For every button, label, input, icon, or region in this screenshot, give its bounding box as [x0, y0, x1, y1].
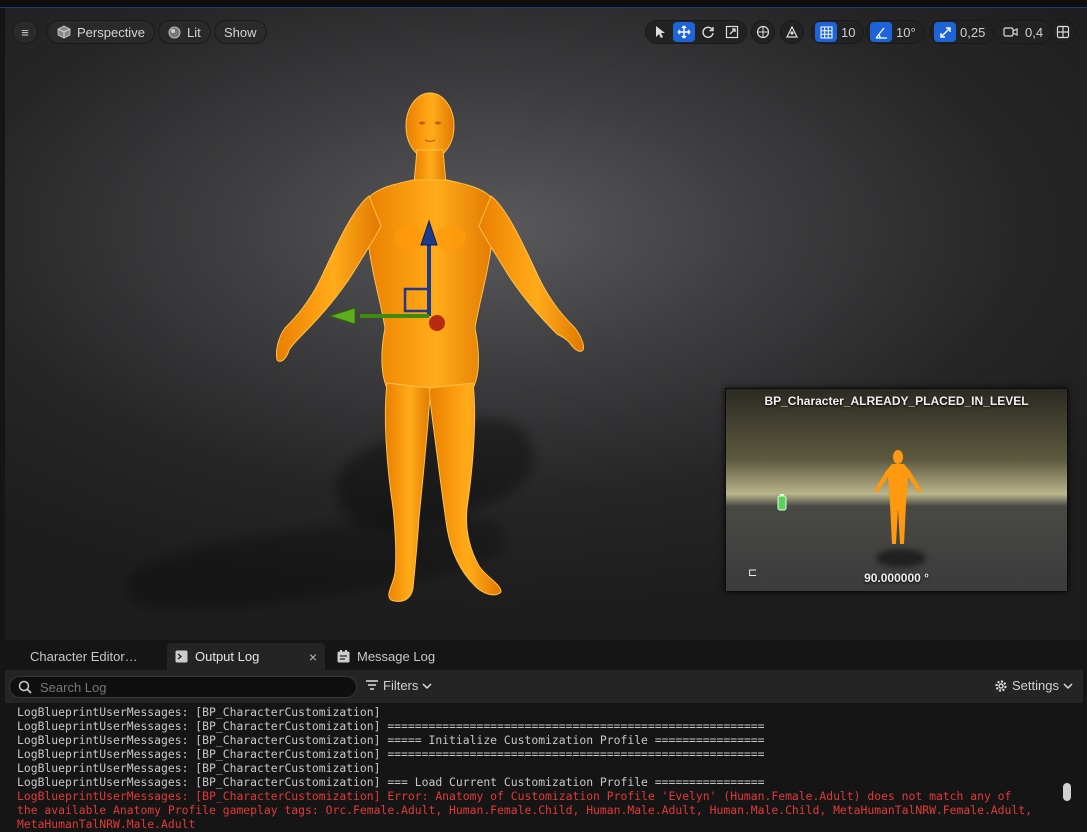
- pip-rotation-angle: 90.000000 °: [864, 571, 929, 585]
- pip-floor-shadow: [876, 549, 926, 567]
- bottom-tab-bar: Character Editor… Output Log × Message L…: [5, 640, 1083, 670]
- camera-preview-pip: BP_Character_ALREADY_PLACED_IN_LEVEL ⊏ 9…: [725, 388, 1068, 592]
- log-line-error: LogBlueprintUserMessages: [BP_CharacterC…: [17, 789, 1012, 803]
- log-line: LogBlueprintUserMessages: [BP_CharacterC…: [17, 761, 381, 775]
- message-icon: [337, 650, 350, 663]
- log-line-error: MetaHumanTalNRW.Male.Adult: [17, 817, 196, 831]
- log-line: LogBlueprintUserMessages: [BP_CharacterC…: [17, 775, 765, 789]
- rotation-snap-group: 10°: [866, 20, 925, 44]
- log-output-area[interactable]: LogBlueprintUserMessages: [BP_CharacterC…: [5, 703, 1083, 832]
- camera-icon: [999, 22, 1021, 42]
- filters-dropdown[interactable]: Filters: [365, 678, 432, 693]
- lighting-mode-label: Lit: [187, 24, 201, 40]
- grid-snap-value[interactable]: 10: [839, 25, 860, 40]
- coord-system-toggle[interactable]: [751, 20, 775, 44]
- show-label: Show: [224, 24, 257, 40]
- layout-grid-icon: [1056, 25, 1070, 39]
- hamburger-icon: ≡: [21, 24, 29, 40]
- log-line: LogBlueprintUserMessages: [BP_CharacterC…: [17, 733, 765, 747]
- show-flags-button[interactable]: Show: [214, 20, 267, 44]
- translate-tool-icon[interactable]: [673, 22, 695, 42]
- log-line-error: the available Anatomy Profile gameplay t…: [17, 803, 1032, 817]
- lit-sphere-icon: [168, 26, 181, 38]
- output-log-panel: Filters Settings LogBlueprintUserMessage…: [5, 670, 1083, 832]
- scale-snap-group: 0,25: [930, 20, 995, 44]
- viewport-layout-button[interactable]: [1051, 20, 1075, 44]
- search-box[interactable]: [9, 676, 357, 698]
- rotation-snap-icon[interactable]: [870, 22, 892, 42]
- close-icon[interactable]: ×: [309, 649, 317, 665]
- grid-snap-icon[interactable]: [815, 22, 837, 42]
- settings-dropdown[interactable]: Settings: [994, 678, 1073, 693]
- gear-icon: [995, 679, 1007, 692]
- filter-icon: [366, 679, 378, 690]
- pip-character-figure: [874, 450, 922, 544]
- battery-icon: [777, 494, 787, 511]
- terminal-icon: [175, 650, 188, 663]
- tab-character-editor-label: Character Editor…: [30, 649, 138, 664]
- world-coordinates-icon: [756, 25, 770, 39]
- tab-character-editor[interactable]: Character Editor…: [22, 643, 162, 670]
- rotation-snap-value[interactable]: 10°: [894, 25, 921, 40]
- log-line: LogBlueprintUserMessages: [BP_CharacterC…: [17, 705, 381, 719]
- surface-snap-icon: [786, 25, 798, 38]
- window-top-border: [0, 0, 1087, 8]
- lighting-mode-button[interactable]: Lit: [158, 20, 211, 44]
- chevron-down-icon: [1063, 682, 1073, 689]
- transform-tools: [645, 20, 747, 44]
- surface-snapping-toggle[interactable]: [780, 20, 804, 44]
- tab-message-log-label: Message Log: [357, 649, 436, 664]
- scale-tool-icon[interactable]: [721, 22, 743, 42]
- pip-title: BP_Character_ALREADY_PLACED_IN_LEVEL: [764, 394, 1029, 408]
- character-mesh[interactable]: [265, 88, 595, 618]
- viewport-menu-button[interactable]: ≡: [12, 20, 38, 44]
- tab-output-log[interactable]: Output Log ×: [167, 643, 325, 670]
- chevron-down-icon: [422, 682, 432, 689]
- log-scrollbar-thumb[interactable]: [1063, 783, 1071, 801]
- log-line: LogBlueprintUserMessages: [BP_CharacterC…: [17, 719, 765, 733]
- view-mode-button[interactable]: Perspective: [47, 20, 155, 44]
- tab-output-log-label: Output Log: [195, 649, 260, 664]
- search-log-input[interactable]: [40, 679, 340, 695]
- view-mode-label: Perspective: [77, 24, 145, 40]
- translate-gizmo[interactable]: [325, 213, 455, 338]
- scale-snap-icon[interactable]: [934, 22, 956, 42]
- filters-label: Filters: [383, 678, 419, 693]
- settings-label: Settings: [1012, 678, 1059, 693]
- level-viewport[interactable]: ≡ Perspective Lit Show 10 10° 0,25 0,4 B…: [5, 8, 1087, 640]
- log-line: LogBlueprintUserMessages: [BP_CharacterC…: [17, 747, 765, 761]
- rotate-tool-icon[interactable]: [697, 22, 719, 42]
- scale-snap-value[interactable]: 0,25: [958, 25, 990, 40]
- cube-icon: [57, 25, 71, 39]
- search-icon: [18, 680, 32, 694]
- camera-speed-value: 0,4: [1025, 24, 1044, 40]
- camera-speed-group[interactable]: 0,4: [995, 20, 1053, 44]
- tab-message-log[interactable]: Message Log: [329, 643, 459, 670]
- select-tool-icon[interactable]: [649, 22, 671, 42]
- grid-snap-group: 10: [811, 20, 865, 44]
